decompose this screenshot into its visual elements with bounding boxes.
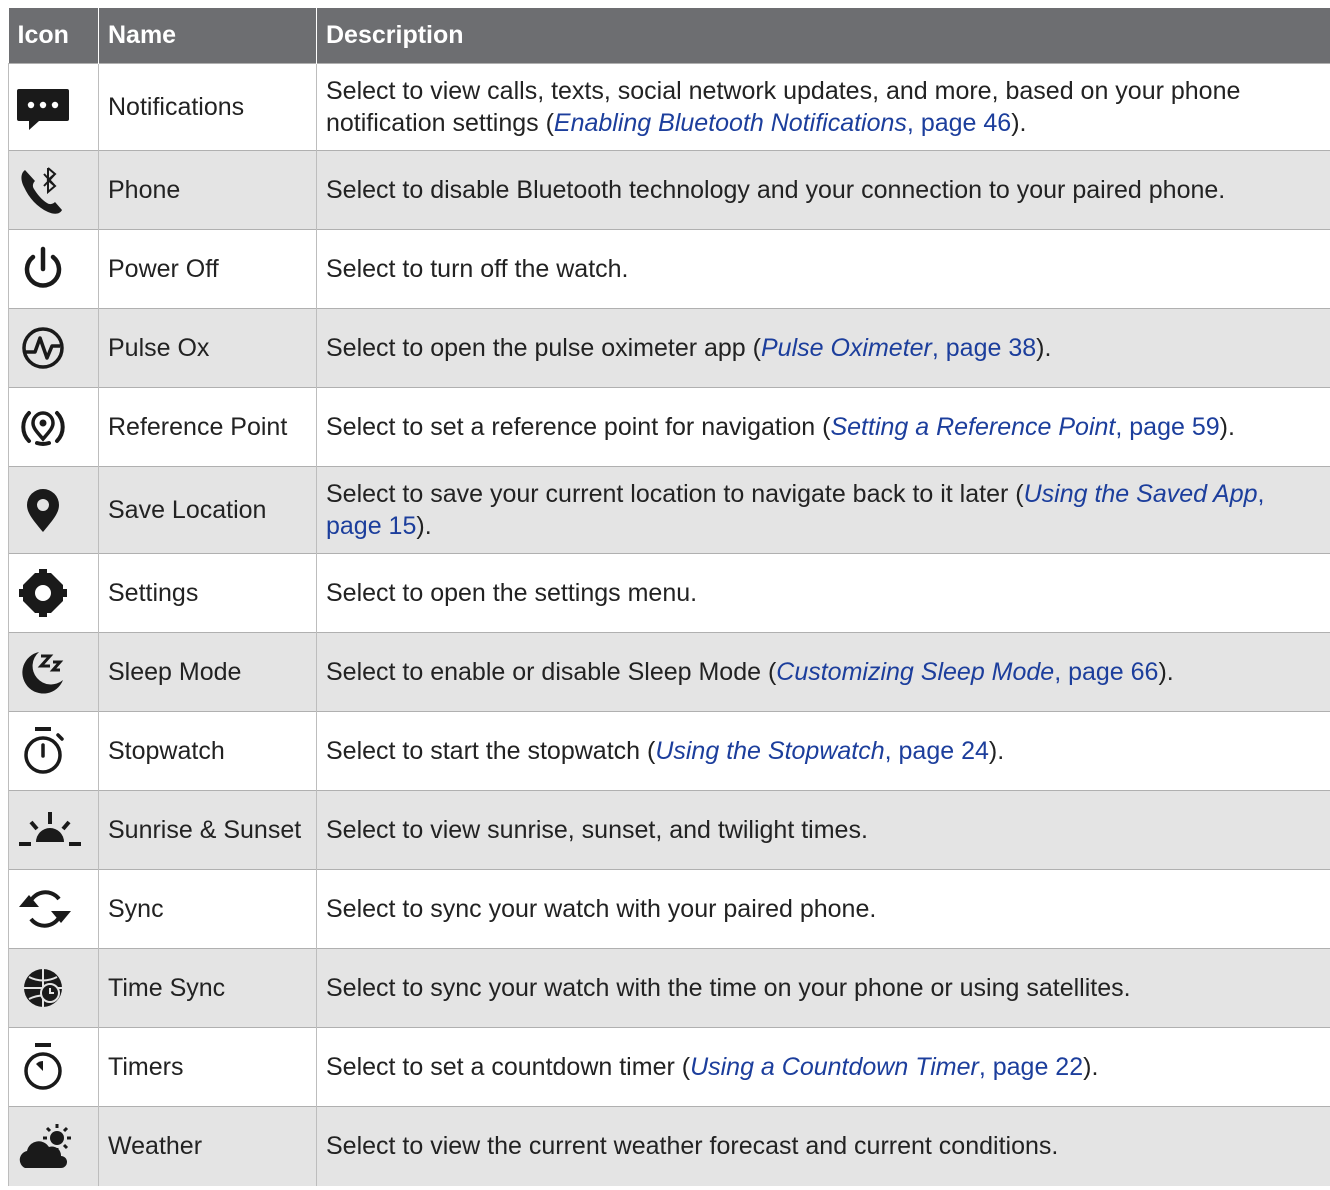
controls-table: Icon Name Description Notifications Sele… bbox=[8, 8, 1330, 1186]
row-description: Select to disable Bluetooth technology a… bbox=[316, 150, 1330, 230]
table-row: Power Off Select to turn off the watch. bbox=[8, 229, 1330, 309]
table-row: Sunrise & Sunset Select to view sunrise,… bbox=[8, 790, 1330, 870]
row-name: Phone bbox=[98, 150, 317, 230]
table-row: Time Sync Select to sync your watch with… bbox=[8, 948, 1330, 1028]
row-name: Power Off bbox=[98, 229, 317, 309]
row-name: Save Location bbox=[98, 466, 317, 554]
pulse-ox-icon bbox=[22, 327, 64, 369]
row-name: Reference Point bbox=[98, 387, 317, 467]
row-description: Select to view calls, texts, social netw… bbox=[316, 63, 1330, 151]
cross-reference-link[interactable]: Enabling Bluetooth Notifications, page 4… bbox=[554, 109, 1011, 137]
header-description: Description bbox=[316, 8, 1330, 64]
table-row: Pulse Ox Select to open the pulse oximet… bbox=[8, 308, 1330, 388]
row-name: Time Sync bbox=[98, 948, 317, 1028]
table-row: Sleep Mode Select to enable or disable S… bbox=[8, 632, 1330, 712]
notifications-icon bbox=[17, 89, 69, 130]
row-description: Select to set a countdown timer (Using a… bbox=[316, 1027, 1330, 1107]
sleep-mode-icon bbox=[22, 652, 64, 694]
cross-reference-link[interactable]: Customizing Sleep Mode, page 66 bbox=[776, 658, 1158, 686]
reference-point-icon bbox=[21, 411, 65, 446]
row-name: Stopwatch bbox=[98, 711, 317, 791]
row-description: Select to save your current location to … bbox=[316, 466, 1330, 554]
table-row: Save Location Select to save your curren… bbox=[8, 466, 1330, 554]
weather-icon bbox=[19, 1124, 71, 1169]
cross-reference-link[interactable]: Setting a Reference Point, page 59 bbox=[830, 413, 1219, 441]
header-icon: Icon bbox=[8, 8, 99, 64]
cross-reference-link[interactable]: Pulse Oximeter, page 38 bbox=[761, 334, 1036, 362]
cross-reference-link[interactable]: Using a Countdown Timer, page 22 bbox=[690, 1053, 1083, 1081]
sync-icon bbox=[19, 890, 71, 928]
row-name: Sleep Mode bbox=[98, 632, 317, 712]
row-name: Sync bbox=[98, 869, 317, 949]
cross-reference-link[interactable]: Using the Stopwatch, page 24 bbox=[655, 737, 989, 765]
table-header-row: Icon Name Description bbox=[8, 8, 1330, 64]
table-row: Stopwatch Select to start the stopwatch … bbox=[8, 711, 1330, 791]
sunrise-sunset-icon bbox=[19, 812, 81, 846]
row-description: Select to view the current weather forec… bbox=[316, 1106, 1330, 1186]
row-description: Select to open the settings menu. bbox=[316, 553, 1330, 633]
table-row: Notifications Select to view calls, text… bbox=[8, 63, 1330, 151]
row-name: Notifications bbox=[98, 63, 317, 151]
table-row: Sync Select to sync your watch with your… bbox=[8, 869, 1330, 949]
row-description: Select to sync your watch with your pair… bbox=[316, 869, 1330, 949]
table-row: Timers Select to set a countdown timer (… bbox=[8, 1027, 1330, 1107]
row-description: Select to set a reference point for navi… bbox=[316, 387, 1330, 467]
row-description: Select to start the stopwatch (Using the… bbox=[316, 711, 1330, 791]
table-row: Settings Select to open the settings men… bbox=[8, 553, 1330, 633]
row-description: Select to sync your watch with the time … bbox=[316, 948, 1330, 1028]
phone-bluetooth-icon bbox=[21, 167, 62, 214]
table-row: Weather Select to view the current weath… bbox=[8, 1106, 1330, 1186]
row-name: Timers bbox=[98, 1027, 317, 1107]
gear-icon bbox=[19, 569, 67, 617]
header-name: Name bbox=[98, 8, 317, 64]
row-description: Select to view sunrise, sunset, and twil… bbox=[316, 790, 1330, 870]
row-name: Weather bbox=[98, 1106, 317, 1186]
time-sync-icon bbox=[24, 969, 62, 1007]
table-row: Phone Select to disable Bluetooth techno… bbox=[8, 150, 1330, 230]
row-description: Select to turn off the watch. bbox=[316, 229, 1330, 309]
row-name: Sunrise & Sunset bbox=[98, 790, 317, 870]
timer-icon bbox=[24, 1043, 62, 1090]
row-description: Select to enable or disable Sleep Mode (… bbox=[316, 632, 1330, 712]
power-icon bbox=[24, 246, 62, 288]
stopwatch-icon bbox=[24, 727, 64, 774]
table-row: Reference Point Select to set a referenc… bbox=[8, 387, 1330, 467]
row-name: Settings bbox=[98, 553, 317, 633]
location-pin-icon bbox=[27, 489, 59, 532]
row-description: Select to open the pulse oximeter app (P… bbox=[316, 308, 1330, 388]
row-name: Pulse Ox bbox=[98, 308, 317, 388]
